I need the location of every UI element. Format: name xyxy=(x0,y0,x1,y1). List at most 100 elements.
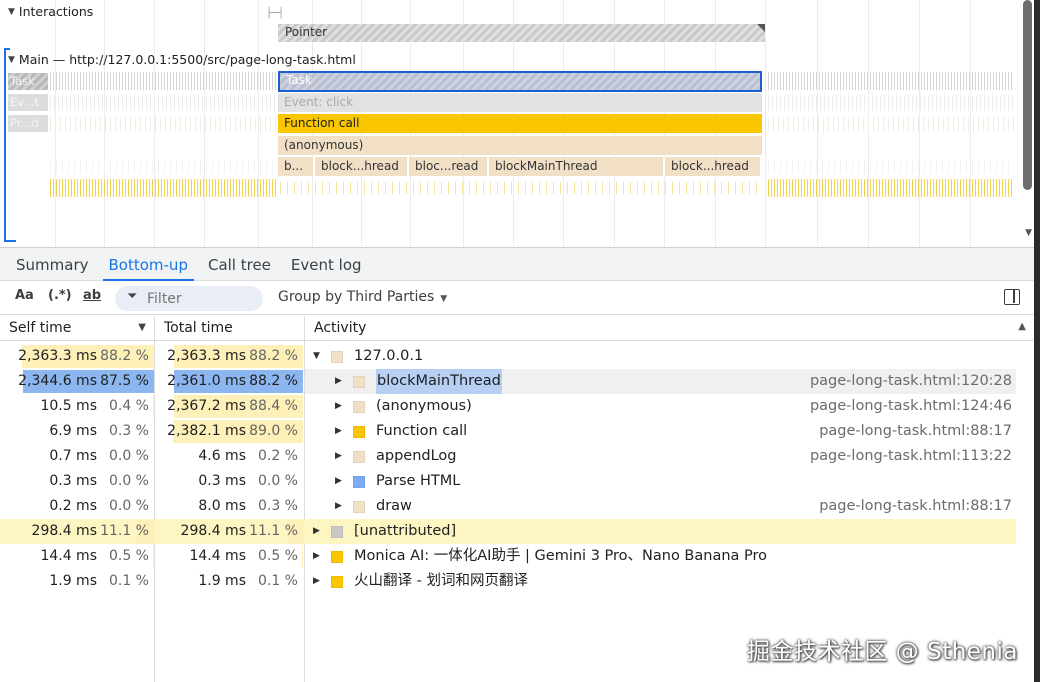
table-row[interactable]: 2,363.3 ms 88.2 % 2,363.3 ms 88.2 % ▼ 127.0.0… xyxy=(0,344,1016,369)
flame-tick xyxy=(62,179,63,197)
table-row[interactable]: 14.4 ms 0.5 % 14.4 ms 0.5 % ▶ Monica AI: 一体化A… xyxy=(0,544,1016,569)
flame-tick xyxy=(812,95,813,111)
side-chip-parse[interactable]: Pr...d xyxy=(8,115,48,132)
flame-tick xyxy=(988,117,989,132)
expand-right-icon[interactable]: ▶ xyxy=(313,519,331,544)
flame-tick xyxy=(930,72,931,90)
expand-right-icon[interactable]: ▶ xyxy=(335,494,353,519)
flame-subcall[interactable]: blockMainThread xyxy=(489,157,665,176)
flame-subcall[interactable]: block...hread xyxy=(315,157,409,176)
flame-tick xyxy=(998,117,999,132)
flame-function-call[interactable]: Function call xyxy=(278,114,762,133)
flame-tick xyxy=(246,95,247,111)
match-case-button[interactable]: Aa xyxy=(15,288,34,303)
flame-tick xyxy=(248,72,249,90)
column-header-activity[interactable]: Activity xyxy=(305,316,1034,341)
table-row[interactable]: 1.9 ms 0.1 % 1.9 ms 0.1 % ▶ 火山翻译 - 划词和网页翻译 xyxy=(0,569,1016,594)
flame-tick xyxy=(819,179,820,197)
table-row[interactable]: 10.5 ms 0.4 % 2,367.2 ms 88.4 % ▶ (anonymous)… xyxy=(0,394,1016,419)
flame-tick xyxy=(879,179,880,197)
tab-event-log[interactable]: Event log xyxy=(281,248,372,281)
flame-tick xyxy=(984,179,985,197)
collapse-triangle-icon[interactable]: ▼ xyxy=(8,55,15,65)
side-chip-task[interactable]: Task xyxy=(8,73,48,90)
flame-tick xyxy=(834,179,835,197)
table-row[interactable]: 0.2 ms 0.0 % 8.0 ms 0.3 % ▶ draw page-long-tas… xyxy=(0,494,1016,519)
activity-name: 火山翻译 - 划词和网页翻译 xyxy=(354,573,528,589)
filter-input[interactable] xyxy=(147,289,255,308)
flame-tick xyxy=(525,182,526,194)
tab-bottom-up[interactable]: Bottom-up xyxy=(99,248,198,281)
time-ms: 2,363.3 ms xyxy=(18,348,97,364)
flame-subcall[interactable]: bloc...read xyxy=(409,157,489,176)
flame-tick xyxy=(774,72,775,90)
column-header-self-time[interactable]: Self time ▼ xyxy=(0,316,154,341)
flame-tick xyxy=(546,182,547,194)
filter-box[interactable]: ⏷ xyxy=(115,286,263,311)
tab-call-tree[interactable]: Call tree xyxy=(198,248,281,281)
flame-anonymous[interactable]: (anonymous) xyxy=(278,136,762,155)
source-link[interactable]: page-long-task.html:88:17 xyxy=(819,494,1012,519)
expand-down-icon[interactable]: ▼ xyxy=(313,344,331,369)
collapse-triangle-icon[interactable]: ▼ xyxy=(8,7,15,17)
flame-tick xyxy=(176,160,177,174)
flame-tick xyxy=(833,117,834,132)
flame-tick xyxy=(942,160,943,174)
table-row[interactable]: 0.3 ms 0.0 % 0.3 ms 0.0 % ▶ Parse HTML xyxy=(0,469,1016,494)
expand-right-icon[interactable]: ▶ xyxy=(313,569,331,594)
flame-tick xyxy=(532,182,533,194)
tab-summary[interactable]: Summary xyxy=(6,248,99,281)
whole-word-button[interactable]: ab xyxy=(83,288,101,303)
expand-right-icon[interactable]: ▶ xyxy=(335,394,353,419)
flame-tick xyxy=(891,179,892,197)
flame-tick xyxy=(873,179,874,197)
flame-tick xyxy=(930,179,931,197)
flame-tick xyxy=(924,95,925,111)
scroll-down-arrow-icon[interactable]: ▼ xyxy=(1025,228,1032,238)
timeline-panel[interactable]: ▼ Interactions ├─┤ Pointer ▼ Main — http… xyxy=(0,0,1040,246)
pointer-interaction-bar[interactable]: Pointer xyxy=(278,24,765,42)
flame-tick xyxy=(206,95,207,111)
flame-tick xyxy=(693,182,694,194)
flame-tick xyxy=(101,72,102,90)
flame-task[interactable]: Task xyxy=(278,71,762,92)
expand-right-icon[interactable]: ▶ xyxy=(335,419,353,444)
interactions-track-header[interactable]: ▼ Interactions xyxy=(8,4,93,19)
toggle-sidebar-icon[interactable] xyxy=(1004,289,1020,305)
column-header-total-time[interactable]: Total time xyxy=(155,316,304,341)
flame-subcall[interactable]: block...hread xyxy=(665,157,762,176)
activity-name: 127.0.0.1 xyxy=(354,348,424,364)
flame-tick xyxy=(174,95,175,111)
timeline-scrollbar-thumb[interactable] xyxy=(1023,0,1032,190)
flame-subcall[interactable]: b... xyxy=(278,157,315,176)
table-row[interactable]: 2,344.6 ms 87.5 % 2,361.0 ms 88.2 % ▶ blockMa… xyxy=(0,369,1016,394)
expand-right-icon[interactable]: ▶ xyxy=(335,444,353,469)
flame-tick xyxy=(106,95,107,111)
flame-tick xyxy=(182,160,183,174)
source-link[interactable]: page-long-task.html:124:46 xyxy=(810,394,1012,419)
source-link[interactable]: page-long-task.html:120:28 xyxy=(810,369,1012,394)
flame-tick xyxy=(385,182,386,194)
expand-right-icon[interactable]: ▶ xyxy=(335,469,353,494)
table-row[interactable]: 298.4 ms 11.1 % 298.4 ms 11.1 % ▶ [unattribut… xyxy=(0,519,1016,544)
source-link[interactable]: page-long-task.html:88:17 xyxy=(819,419,1012,444)
side-chip-event[interactable]: Ev...t xyxy=(8,94,48,111)
flame-tick xyxy=(194,179,195,197)
table-scroll-up-icon[interactable]: ▲ xyxy=(1018,321,1026,332)
table-row[interactable]: 0.7 ms 0.0 % 4.6 ms 0.2 % ▶ appendLog page-lon… xyxy=(0,444,1016,469)
time-cell: 2,382.1 ms 89.0 % xyxy=(157,419,303,444)
flame-tick xyxy=(125,117,126,132)
flame-tick xyxy=(125,72,126,90)
flame-tick xyxy=(990,160,991,174)
regex-button[interactable]: (.*) xyxy=(48,288,72,303)
flame-tick xyxy=(749,182,750,194)
main-track-header[interactable]: ▼ Main — http://127.0.0.1:5500/src/page-… xyxy=(8,52,356,67)
expand-right-icon[interactable]: ▶ xyxy=(335,369,353,394)
expand-right-icon[interactable]: ▶ xyxy=(313,544,331,569)
flame-tick xyxy=(50,72,51,90)
table-row[interactable]: 6.9 ms 0.3 % 2,382.1 ms 89.0 % ▶ Function cal… xyxy=(0,419,1016,444)
flame-event-click[interactable]: Event: click xyxy=(278,93,762,112)
flame-tick xyxy=(803,117,804,132)
group-by-dropdown[interactable]: Group by Third Parties ▼ xyxy=(278,289,447,305)
source-link[interactable]: page-long-task.html:113:22 xyxy=(810,444,1012,469)
